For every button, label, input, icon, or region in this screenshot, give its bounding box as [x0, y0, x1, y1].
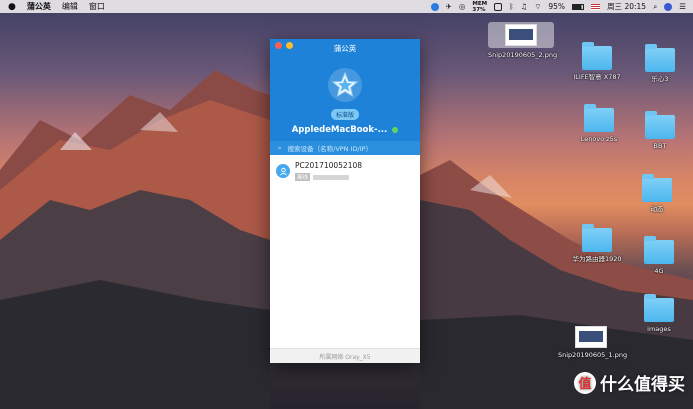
list-item[interactable]: PC201710052108 离线	[270, 155, 420, 187]
star-icon	[332, 72, 358, 98]
memory-value: 37%	[472, 6, 486, 13]
image-thumbnail-icon	[505, 24, 537, 46]
desktop-item-lexin3[interactable]: 乐心3	[627, 44, 693, 83]
minimize-window-button[interactable]	[286, 42, 293, 49]
desktop-item-label: Lenovo z5s	[580, 135, 618, 143]
search-input[interactable]: 搜索设备（名称/VPN ID/IP）	[288, 143, 372, 153]
wifi-icon[interactable]: ⌔	[534, 2, 541, 12]
apple-menu-icon[interactable]: ●	[8, 2, 16, 12]
desktop-item-label: 动态	[650, 205, 664, 213]
pgy-logo-icon	[328, 68, 362, 102]
desktop-item-bbt[interactable]: BBT	[627, 111, 693, 150]
clock[interactable]: 周三 20:15	[607, 1, 646, 12]
window-controls	[275, 42, 293, 49]
pgy-app-window: 蒲公英 标准版 AppledeMacBook-... ⌕ 搜索设备（名称/VPN…	[270, 39, 420, 363]
memory-icon[interactable]: MEM 37%	[472, 1, 487, 13]
battery-icon[interactable]	[572, 3, 585, 10]
cpu-icon[interactable]	[494, 2, 503, 11]
folder-icon	[644, 236, 674, 264]
desktop-item-huawei-router[interactable]: 华为路由器1920	[564, 224, 630, 263]
window-header: 蒲公英 标准版 AppledeMacBook-...	[270, 39, 420, 141]
desktop-item-4g[interactable]: 4G	[626, 236, 692, 275]
search-icon: ⌕	[278, 143, 282, 152]
selection-highlight	[488, 22, 554, 48]
menu-bar: ● 蒲公英 编辑 窗口 ✈ ◎ MEM 37% ᛒ ♫ ⌔ 95% 周三 20:…	[0, 0, 693, 13]
user-avatar-icon[interactable]	[664, 2, 673, 11]
watermark-text: 什么值得买	[600, 375, 685, 395]
user-icon	[279, 167, 287, 175]
folder-icon	[645, 111, 675, 139]
image-thumbnail-icon	[575, 326, 607, 348]
battery-percent[interactable]: 95%	[548, 2, 565, 11]
watermark-badge-icon: 值	[574, 371, 596, 394]
folder-icon	[584, 104, 614, 132]
folder-icon	[582, 42, 612, 70]
online-status-icon	[392, 127, 399, 133]
desktop-item-snip2[interactable]: Snip20190605_2.png	[488, 22, 558, 59]
folder-icon	[642, 174, 672, 202]
podcast-icon[interactable]: ◎	[459, 2, 466, 11]
desktop-item-label: ILIFE智意 X787	[573, 73, 621, 81]
desktop-item-label: 4G	[654, 267, 664, 275]
watermark: 值 什么值得买	[574, 370, 685, 395]
desktop-item-label: BBT	[653, 142, 667, 150]
menu-window[interactable]: 窗口	[89, 1, 105, 12]
desktop-item-dongtai[interactable]: 动态	[624, 174, 690, 213]
folder-icon	[582, 224, 612, 252]
current-device-name: AppledeMacBook-...	[291, 125, 388, 135]
flag-icon[interactable]	[591, 3, 601, 10]
desktop-item-images[interactable]: images	[626, 294, 692, 333]
redacted-address	[313, 174, 350, 180]
edition-badge: 标准版	[330, 109, 359, 120]
desktop-item-label: images	[647, 325, 671, 333]
menu-app-name[interactable]: 蒲公英	[27, 1, 51, 12]
device-name: PC201710052108	[295, 161, 363, 170]
spotlight-icon[interactable]: ⌕	[653, 2, 657, 12]
close-window-button[interactable]	[275, 42, 282, 49]
pgy-tray-icon[interactable]	[430, 2, 439, 11]
desktop-item-ilife[interactable]: ILIFE智意 X787	[564, 42, 630, 81]
desktop-item-snip1[interactable]: Snip20190605_1.png	[558, 326, 628, 359]
bluetooth-icon[interactable]: ᛒ	[509, 2, 514, 11]
desktop-item-label: 乐心3	[651, 75, 669, 83]
device-search[interactable]: ⌕ 搜索设备（名称/VPN ID/IP）	[270, 141, 420, 155]
desktop-item-label: 华为路由器1920	[572, 255, 622, 263]
folder-icon	[644, 294, 674, 322]
window-footer: 所属网络 Oray_X5	[270, 348, 420, 363]
current-device[interactable]: AppledeMacBook-...	[270, 125, 420, 135]
device-avatar-icon	[276, 164, 290, 178]
folder-icon	[645, 44, 675, 72]
menu-edit[interactable]: 编辑	[62, 1, 78, 12]
headphone-icon[interactable]: ♫	[521, 2, 528, 11]
desktop-item-label: Snip20190605_1.png	[558, 351, 628, 359]
status-badge: 离线	[295, 173, 311, 181]
notification-center-icon[interactable]: ☰	[679, 2, 686, 11]
desktop-item-lenovo[interactable]: Lenovo z5s	[566, 104, 632, 143]
desktop-item-label: Snip20190605_2.png	[488, 51, 558, 59]
airplane-icon[interactable]: ✈	[446, 2, 452, 11]
